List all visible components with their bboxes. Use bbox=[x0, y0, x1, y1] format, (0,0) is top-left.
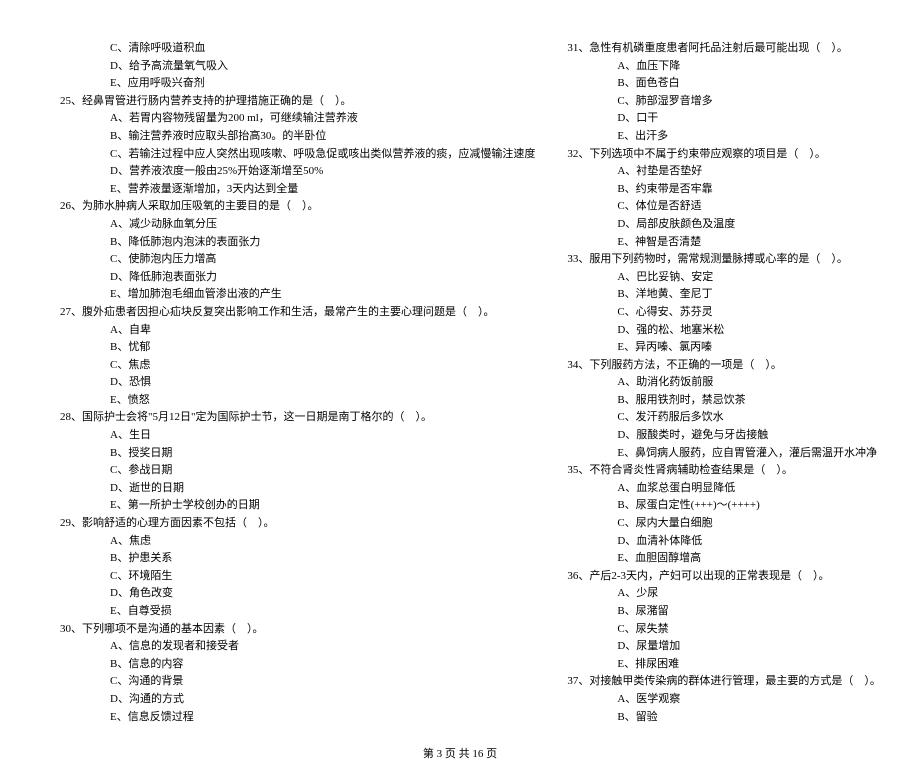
option-line: E、应用呼吸兴奋剂 bbox=[60, 75, 535, 93]
option-line: E、神智是否清楚 bbox=[567, 234, 881, 252]
option-line: A、生日 bbox=[60, 427, 535, 445]
option-line: B、输注营养液时应取头部抬高30。的半卧位 bbox=[60, 128, 535, 146]
option-line: A、巴比妥钠、安定 bbox=[567, 269, 881, 287]
option-line: A、助消化药饭前服 bbox=[567, 374, 881, 392]
question-line: 27、腹外疝患者因担心疝块反复突出影响工作和生活，最常产生的主要心理问题是（ ）… bbox=[60, 304, 535, 322]
question-line: 28、国际护士会将"5月12日"定为国际护士节，这一日期是南丁格尔的（ ）。 bbox=[60, 409, 535, 427]
option-line: D、口干 bbox=[567, 110, 881, 128]
option-line: E、自尊受损 bbox=[60, 603, 535, 621]
option-line: C、肺部湿罗音增多 bbox=[567, 93, 881, 111]
option-line: E、增加肺泡毛细血管渗出液的产生 bbox=[60, 286, 535, 304]
option-line: B、洋地黄、奎尼丁 bbox=[567, 286, 881, 304]
option-line: C、若输注过程中应人突然出现咳嗽、呼吸急促或咳出类似营养液的痰，应减慢输注速度 bbox=[60, 146, 535, 164]
option-line: B、留验 bbox=[567, 709, 881, 727]
option-line: E、鼻饲病人服药，应自胃管灌入，灌后需温开水冲净 bbox=[567, 445, 881, 463]
option-line: B、面色苍白 bbox=[567, 75, 881, 93]
option-line: B、约束带是否牢靠 bbox=[567, 181, 881, 199]
option-line: C、参战日期 bbox=[60, 462, 535, 480]
option-line: B、忧郁 bbox=[60, 339, 535, 357]
left-column: C、清除呼吸道积血D、给予高流量氧气吸入E、应用呼吸兴奋剂25、经鼻胃管进行肠内… bbox=[60, 40, 535, 726]
option-line: A、少尿 bbox=[567, 585, 881, 603]
option-line: D、营养液浓度一般由25%开始逐渐增至50% bbox=[60, 163, 535, 181]
question-line: 34、下列服药方法，不正确的一项是（ ）。 bbox=[567, 357, 881, 375]
option-line: D、服酸类时，避免与牙齿接触 bbox=[567, 427, 881, 445]
question-line: 33、服用下列药物时，需常规测量脉搏或心率的是（ ）。 bbox=[567, 251, 881, 269]
option-line: E、信息反馈过程 bbox=[60, 709, 535, 727]
question-line: 35、不符合肾炎性肾病辅助检查结果是（ ）。 bbox=[567, 462, 881, 480]
option-line: B、尿蛋白定性(+++)～(++++) bbox=[567, 497, 881, 515]
question-line: 30、下列哪项不是沟通的基本因素（ ）。 bbox=[60, 621, 535, 639]
option-line: A、减少动脉血氧分压 bbox=[60, 216, 535, 234]
option-line: A、自卑 bbox=[60, 322, 535, 340]
option-line: A、衬垫是否垫好 bbox=[567, 163, 881, 181]
option-line: D、给予高流量氧气吸入 bbox=[60, 58, 535, 76]
option-line: D、降低肺泡表面张力 bbox=[60, 269, 535, 287]
option-line: B、护患关系 bbox=[60, 550, 535, 568]
option-line: D、尿量增加 bbox=[567, 638, 881, 656]
option-line: E、第一所护士学校创办的日期 bbox=[60, 497, 535, 515]
question-line: 32、下列选项中不属于约束带应观察的项目是（ ）。 bbox=[567, 146, 881, 164]
option-line: D、血清补体降低 bbox=[567, 533, 881, 551]
question-line: 31、急性有机磷重度患者阿托品注射后最可能出现（ ）。 bbox=[567, 40, 881, 58]
option-line: B、授奖日期 bbox=[60, 445, 535, 463]
option-line: B、尿潴留 bbox=[567, 603, 881, 621]
right-column: 31、急性有机磷重度患者阿托品注射后最可能出现（ ）。A、血压下降B、面色苍白C… bbox=[567, 40, 881, 726]
option-line: C、焦虑 bbox=[60, 357, 535, 375]
page-container: C、清除呼吸道积血D、给予高流量氧气吸入E、应用呼吸兴奋剂25、经鼻胃管进行肠内… bbox=[60, 40, 860, 726]
option-line: E、出汗多 bbox=[567, 128, 881, 146]
option-line: E、血胆固醇增高 bbox=[567, 550, 881, 568]
option-line: A、焦虑 bbox=[60, 533, 535, 551]
option-line: C、尿失禁 bbox=[567, 621, 881, 639]
option-line: A、医学观察 bbox=[567, 691, 881, 709]
option-line: D、强的松、地塞米松 bbox=[567, 322, 881, 340]
option-line: C、发汗药服后多饮水 bbox=[567, 409, 881, 427]
page-footer: 第 3 页 共 16 页 bbox=[60, 746, 860, 764]
option-line: B、服用铁剂时，禁忌饮茶 bbox=[567, 392, 881, 410]
option-line: D、逝世的日期 bbox=[60, 480, 535, 498]
option-line: D、沟通的方式 bbox=[60, 691, 535, 709]
option-line: C、环境陌生 bbox=[60, 568, 535, 586]
option-line: C、使肺泡内压力增高 bbox=[60, 251, 535, 269]
option-line: B、信息的内容 bbox=[60, 656, 535, 674]
question-line: 36、产后2-3天内，产妇可以出现的正常表现是（ ）。 bbox=[567, 568, 881, 586]
option-line: E、营养液量逐渐增加，3天内达到全量 bbox=[60, 181, 535, 199]
question-line: 25、经鼻胃管进行肠内营养支持的护理措施正确的是（ ）。 bbox=[60, 93, 535, 111]
question-line: 37、对接触甲类传染病的群体进行管理，最主要的方式是（ ）。 bbox=[567, 673, 881, 691]
option-line: A、血浆总蛋白明显降低 bbox=[567, 480, 881, 498]
option-line: C、尿内大量白细胞 bbox=[567, 515, 881, 533]
option-line: D、恐惧 bbox=[60, 374, 535, 392]
option-line: C、心得安、苏芬灵 bbox=[567, 304, 881, 322]
option-line: A、血压下降 bbox=[567, 58, 881, 76]
option-line: A、信息的发现者和接受者 bbox=[60, 638, 535, 656]
option-line: C、清除呼吸道积血 bbox=[60, 40, 535, 58]
option-line: C、体位是否舒适 bbox=[567, 198, 881, 216]
option-line: A、若胃内容物残留量为200 ml，可继续输注营养液 bbox=[60, 110, 535, 128]
option-line: E、排尿困难 bbox=[567, 656, 881, 674]
option-line: D、局部皮肤颜色及温度 bbox=[567, 216, 881, 234]
option-line: B、降低肺泡内泡沫的表面张力 bbox=[60, 234, 535, 252]
option-line: D、角色改变 bbox=[60, 585, 535, 603]
option-line: E、异丙嗪、氯丙嗪 bbox=[567, 339, 881, 357]
option-line: E、愤怒 bbox=[60, 392, 535, 410]
question-line: 29、影响舒适的心理方面因素不包括（ ）。 bbox=[60, 515, 535, 533]
question-line: 26、为肺水肿病人采取加压吸氧的主要目的是（ ）。 bbox=[60, 198, 535, 216]
option-line: C、沟通的背景 bbox=[60, 673, 535, 691]
